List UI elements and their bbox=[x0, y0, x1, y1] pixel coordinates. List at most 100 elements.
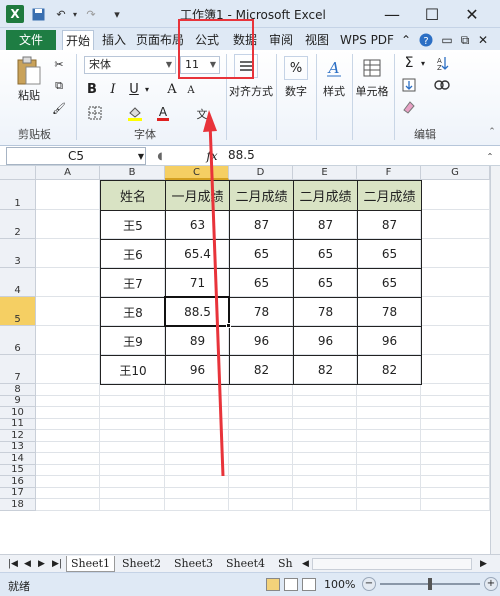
borders-icon[interactable] bbox=[84, 104, 106, 122]
shrink-font-button[interactable]: A bbox=[184, 82, 198, 98]
grid-cell[interactable] bbox=[293, 407, 357, 419]
tab-wps-pdf[interactable]: WPS PDF bbox=[338, 30, 396, 50]
row-header[interactable]: 11 bbox=[0, 418, 36, 430]
column-header[interactable]: A bbox=[36, 166, 100, 180]
grid-cell[interactable] bbox=[100, 395, 165, 407]
column-header[interactable]: D bbox=[229, 166, 293, 180]
grid-cell[interactable] bbox=[229, 464, 293, 476]
grid-cell[interactable] bbox=[36, 453, 100, 465]
grid-cell[interactable] bbox=[293, 487, 357, 499]
table-cell[interactable]: 65 bbox=[293, 239, 358, 269]
grid-cell[interactable] bbox=[36, 487, 100, 499]
fill-color-icon[interactable] bbox=[124, 104, 146, 122]
grid-cell[interactable] bbox=[100, 407, 165, 419]
grid-cell[interactable] bbox=[421, 418, 490, 430]
grid-cell[interactable] bbox=[293, 476, 357, 488]
sheet-tab-5[interactable]: Sh bbox=[274, 556, 297, 572]
row-header[interactable]: 1 bbox=[0, 180, 36, 210]
row-header[interactable]: 16 bbox=[0, 476, 36, 488]
prev-sheet-icon[interactable]: ◀ bbox=[20, 556, 35, 572]
table-cell[interactable]: 王5 bbox=[100, 210, 166, 240]
sheet-tab-1[interactable]: Sheet1 bbox=[66, 556, 116, 572]
sheet-tab-4[interactable]: Sheet4 bbox=[222, 556, 269, 572]
grid-cell[interactable] bbox=[229, 384, 293, 396]
save-icon[interactable] bbox=[30, 5, 46, 23]
grid-cell[interactable] bbox=[36, 297, 100, 326]
font-color-icon[interactable]: A bbox=[154, 104, 172, 122]
grid-cell[interactable] bbox=[421, 395, 490, 407]
table-cell[interactable]: 王7 bbox=[100, 268, 166, 298]
grid-cell[interactable] bbox=[36, 499, 100, 511]
vertical-scrollbar[interactable] bbox=[490, 166, 500, 554]
row-header[interactable]: 13 bbox=[0, 441, 36, 453]
zoom-in-icon[interactable]: + bbox=[484, 577, 498, 591]
zoom-slider-thumb[interactable] bbox=[428, 578, 432, 590]
grid-cell[interactable] bbox=[36, 407, 100, 419]
table-cell[interactable]: 78 bbox=[293, 297, 358, 327]
horizontal-scrollbar[interactable] bbox=[312, 558, 472, 570]
grid-cell[interactable] bbox=[421, 487, 490, 499]
styles-icon[interactable]: A bbox=[322, 56, 346, 80]
font-name-dropdown[interactable]: 宋体 ▼ bbox=[84, 56, 176, 74]
table-cell[interactable]: 63 bbox=[165, 210, 230, 240]
table-cell[interactable]: 78 bbox=[229, 297, 294, 327]
table-cell[interactable]: 96 bbox=[293, 326, 358, 356]
grid-cell[interactable] bbox=[165, 441, 229, 453]
grid-cell[interactable] bbox=[421, 210, 490, 239]
grid-cell[interactable] bbox=[100, 476, 165, 488]
grid-cell[interactable] bbox=[229, 418, 293, 430]
close-button[interactable]: ✕ bbox=[452, 2, 492, 26]
grid-cell[interactable] bbox=[100, 464, 165, 476]
grid-cell[interactable] bbox=[36, 476, 100, 488]
clear-icon[interactable] bbox=[400, 98, 418, 116]
table-header-cell[interactable]: 二月成绩 bbox=[357, 180, 422, 211]
table-header-cell[interactable]: 二月成绩 bbox=[229, 180, 294, 211]
name-box-dropdown-icon[interactable]: ▼ bbox=[136, 148, 146, 164]
grid-cell[interactable] bbox=[36, 326, 100, 355]
column-header[interactable]: B bbox=[100, 166, 165, 180]
fill-handle[interactable] bbox=[226, 323, 231, 328]
maximize-button[interactable]: ☐ bbox=[412, 2, 452, 26]
grid-cell[interactable] bbox=[165, 395, 229, 407]
zoom-out-icon[interactable]: − bbox=[362, 577, 376, 591]
sheet-tab-3[interactable]: Sheet3 bbox=[170, 556, 217, 572]
grid-cell[interactable] bbox=[421, 239, 490, 268]
grid-cell[interactable] bbox=[165, 487, 229, 499]
table-header-cell[interactable]: 一月成绩 bbox=[165, 180, 230, 211]
table-cell[interactable]: 王10 bbox=[100, 355, 166, 385]
last-sheet-icon[interactable]: ▶| bbox=[48, 556, 66, 572]
grid-cell[interactable] bbox=[357, 453, 421, 465]
autosum-icon[interactable]: Σ bbox=[400, 54, 418, 72]
collapse-ribbon-icon[interactable]: ⌃ bbox=[400, 30, 412, 50]
table-cell[interactable]: 89 bbox=[165, 326, 230, 356]
styles-button[interactable]: 样式 bbox=[320, 84, 348, 98]
find-select-icon[interactable] bbox=[430, 76, 454, 94]
customize-qat-icon[interactable]: ▾ bbox=[112, 5, 122, 23]
grid-cell[interactable] bbox=[421, 453, 490, 465]
grid-cell[interactable] bbox=[293, 499, 357, 511]
grid-cell[interactable] bbox=[36, 384, 100, 396]
expand-formula-bar-icon[interactable]: ⌃ bbox=[484, 148, 496, 164]
grid-cell[interactable] bbox=[36, 239, 100, 268]
row-header[interactable]: 12 bbox=[0, 430, 36, 442]
format-painter-icon[interactable]: 🖌 bbox=[50, 100, 68, 116]
cells-icon[interactable] bbox=[360, 56, 384, 80]
table-cell[interactable]: 65 bbox=[357, 239, 422, 269]
row-header[interactable]: 5 bbox=[0, 297, 36, 326]
column-header[interactable]: E bbox=[293, 166, 357, 180]
grid-cell[interactable] bbox=[165, 499, 229, 511]
grid-cell[interactable] bbox=[165, 476, 229, 488]
grid-cell[interactable] bbox=[36, 418, 100, 430]
grid-cell[interactable] bbox=[357, 487, 421, 499]
grid-cell[interactable] bbox=[421, 268, 490, 297]
grid-cell[interactable] bbox=[165, 384, 229, 396]
grid-cell[interactable] bbox=[293, 464, 357, 476]
excel-app-icon[interactable]: X bbox=[6, 5, 24, 23]
paste-icon[interactable] bbox=[14, 54, 44, 88]
grid-cell[interactable] bbox=[357, 407, 421, 419]
grid-cell[interactable] bbox=[229, 499, 293, 511]
grid-cell[interactable] bbox=[36, 355, 100, 384]
redo-icon[interactable]: ↷ bbox=[82, 5, 100, 23]
bold-button[interactable]: B bbox=[84, 80, 100, 98]
grid-cell[interactable] bbox=[165, 430, 229, 442]
